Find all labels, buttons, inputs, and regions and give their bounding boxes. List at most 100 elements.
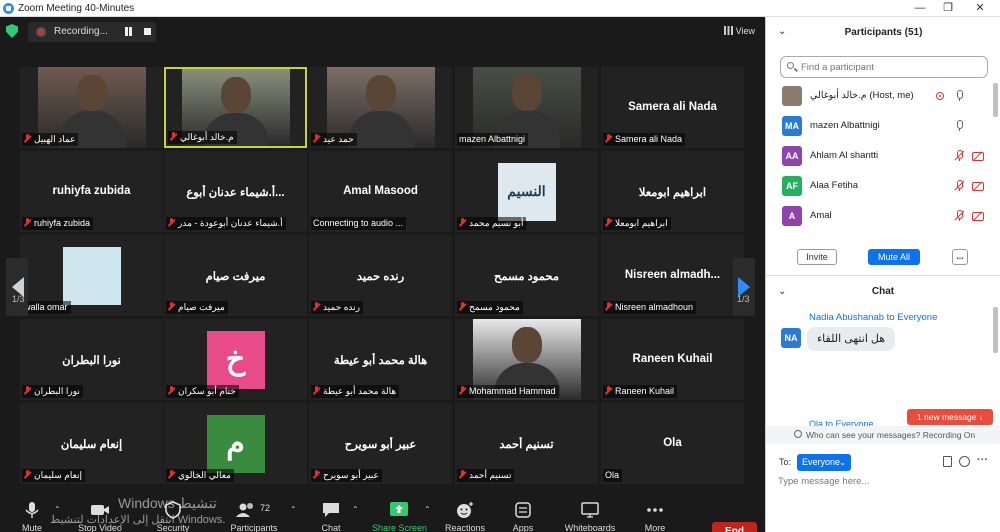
participant-video-tile[interactable]: Samera ali Nada Samera ali Nada: [601, 67, 744, 148]
participant-video-tile[interactable]: Ola Ola: [601, 403, 744, 484]
minimize-icon[interactable]: —: [905, 0, 935, 17]
participant-search[interactable]: [780, 56, 988, 78]
chat-message-input[interactable]: Type message here...: [778, 476, 988, 492]
participants-label: Participants: [230, 523, 278, 532]
participant-video-tile[interactable]: Amal Masood Connecting to audio ...: [309, 151, 452, 232]
chat-options-caret-icon[interactable]: ⌃: [352, 505, 359, 514]
participant-video-tile[interactable]: ابراهيم ابومعلا ابراهيم ابومعلا: [601, 151, 744, 232]
participant-display-name: Nisreen almadh...: [624, 269, 721, 281]
participant-name-label: تسنيم أحمد: [457, 469, 515, 482]
participants-button[interactable]: 72 Participants: [224, 501, 284, 532]
who-can-see-bar[interactable]: Who can see your messages? Recording On: [766, 426, 1000, 444]
muted-mic-icon[interactable]: [954, 210, 965, 221]
participant-video-tile[interactable]: walla omar: [20, 235, 163, 316]
emoji-icon[interactable]: [959, 456, 970, 467]
encryption-shield-icon[interactable]: [6, 24, 18, 38]
muted-mic-icon: [24, 470, 31, 479]
grid-icon: [723, 26, 733, 35]
pause-recording-icon[interactable]: [124, 27, 133, 37]
mic-icon[interactable]: [954, 120, 964, 131]
end-meeting-button[interactable]: End: [712, 522, 757, 532]
participant-video-tile[interactable]: النسيم أبو نسيم محمد: [455, 151, 598, 232]
participant-name-text: م.خالد أبوغالي: [180, 132, 234, 142]
whiteboards-button[interactable]: Whiteboards: [562, 501, 618, 532]
prev-page-button[interactable]: [6, 258, 28, 316]
video-off-icon[interactable]: [972, 211, 984, 222]
share-options-caret-icon[interactable]: ⌃: [424, 505, 431, 514]
next-page-button[interactable]: [733, 258, 755, 316]
view-button[interactable]: View: [723, 26, 755, 36]
muted-mic-icon: [605, 302, 612, 311]
participant-name-text: معالي الخالوي: [178, 470, 231, 480]
participant-name-text: إنعام سليمان: [34, 470, 82, 480]
participant-video-tile[interactable]: إنعام سليمان إنعام سليمان: [20, 403, 163, 484]
participant-video-tile[interactable]: Raneen Kuhail Raneen Kuhail: [601, 319, 744, 400]
chat-scrollbar[interactable]: [993, 307, 998, 353]
participant-video-tile[interactable]: هالة محمد أبو عيطة هالة محمد أبو عيطة: [309, 319, 452, 400]
participant-name-text: Samera ali Nada: [615, 134, 683, 144]
chat-button[interactable]: Chat: [316, 501, 346, 532]
restore-icon[interactable]: ❐: [933, 0, 963, 17]
participant-name-text: ruhiyfa zubida: [34, 218, 91, 228]
participant-row[interactable]: A Amal: [766, 201, 988, 231]
participants-title: Participants (51): [844, 27, 923, 38]
participant-video-tile[interactable]: ميرفت صيام ميرفت صيام: [164, 235, 307, 316]
muted-mic-icon: [168, 302, 175, 311]
participant-row[interactable]: MA mazen Albattnigi: [766, 111, 988, 141]
reactions-button[interactable]: Reactions: [444, 501, 486, 532]
windows-activation-hint: انتقل إلى الإعدادات لتنشيط Windows.: [50, 514, 226, 526]
recipient-dropdown[interactable]: Everyone ⌄: [797, 454, 851, 471]
participant-video-tile[interactable]: نورا البطران نورا البطران: [20, 319, 163, 400]
participants-more-button[interactable]: ...: [952, 249, 968, 265]
video-off-icon[interactable]: [972, 181, 984, 192]
participant-video-tile[interactable]: ruhiyfa zubida ruhiyfa zubida: [20, 151, 163, 232]
participant-name-label: عبير أبو سويرح: [311, 469, 382, 482]
page-indicator-left: 1/3: [12, 294, 25, 304]
participant-video-tile[interactable]: محمود مسمح محمود مسمح: [455, 235, 598, 316]
participant-video-tile[interactable]: حمد عيد: [309, 67, 452, 148]
whiteboards-label: Whiteboards: [564, 523, 616, 532]
participant-name-text: أبو نسيم محمد: [469, 218, 524, 228]
participant-video-tile[interactable]: م.خالد أبوغالي: [164, 67, 307, 148]
participant-list-scrollbar[interactable]: [993, 83, 998, 117]
muted-mic-icon[interactable]: [954, 180, 965, 191]
participant-video-tile[interactable]: أ.شيماء عدنان أبوع... أ.شيماء عدنان أبوعو…: [164, 151, 307, 232]
muted-mic-icon: [168, 386, 175, 395]
participant-display-name: Amal Masood: [343, 185, 418, 197]
muted-mic-icon: [459, 218, 466, 227]
chat-more-dots-icon[interactable]: ···: [977, 454, 988, 466]
participant-name: Alaa Fetiha: [810, 180, 859, 191]
file-icon[interactable]: [943, 456, 952, 467]
mute-button[interactable]: Mute: [14, 501, 50, 532]
stop-recording-icon[interactable]: [144, 28, 151, 35]
share-screen-button[interactable]: Share Screen: [372, 501, 427, 532]
participant-video-tile[interactable]: Nisreen almadh... Nisreen almadhoun: [601, 235, 744, 316]
participant-video-tile[interactable]: خ ختام أبو سكران: [164, 319, 307, 400]
more-button[interactable]: More: [640, 501, 670, 532]
apps-button[interactable]: Apps: [508, 501, 538, 532]
mute-all-button[interactable]: Mute All: [868, 249, 920, 265]
mic-icon[interactable]: [954, 90, 964, 101]
participant-row[interactable]: م.خالد أبوغالي (Host, me): [766, 81, 988, 111]
to-label: To:: [779, 457, 792, 467]
muted-mic-icon: [313, 470, 320, 479]
muted-mic-icon: [459, 386, 466, 395]
participant-video-tile[interactable]: رنده حميد رنده حميد: [309, 235, 452, 316]
video-off-icon[interactable]: [972, 151, 984, 162]
close-icon[interactable]: ✕: [965, 0, 995, 17]
participant-video-tile[interactable]: Mohammad Hammad: [455, 319, 598, 400]
muted-mic-icon: [24, 386, 31, 395]
participant-video-tile[interactable]: تسنيم أحمد تسنيم أحمد: [455, 403, 598, 484]
participant-video-tile[interactable]: م معالي الخالوي: [164, 403, 307, 484]
chat-to-word: to: [886, 312, 895, 323]
invite-button[interactable]: Invite: [797, 249, 837, 265]
participant-row[interactable]: AA Ahlam Al shantti: [766, 141, 988, 171]
participants-options-caret-icon[interactable]: ⌃: [290, 505, 297, 514]
muted-mic-icon[interactable]: [954, 150, 965, 161]
participant-search-input[interactable]: [801, 60, 981, 74]
new-message-badge[interactable]: 1 new message ↓: [907, 409, 993, 425]
participant-video-tile[interactable]: mazen Albattnigi: [455, 67, 598, 148]
participant-row[interactable]: AF Alaa Fetiha: [766, 171, 988, 201]
participant-video-tile[interactable]: عماد الهبيل: [20, 67, 163, 148]
participant-video-tile[interactable]: عبير أبو سويرح عبير أبو سويرح: [309, 403, 452, 484]
